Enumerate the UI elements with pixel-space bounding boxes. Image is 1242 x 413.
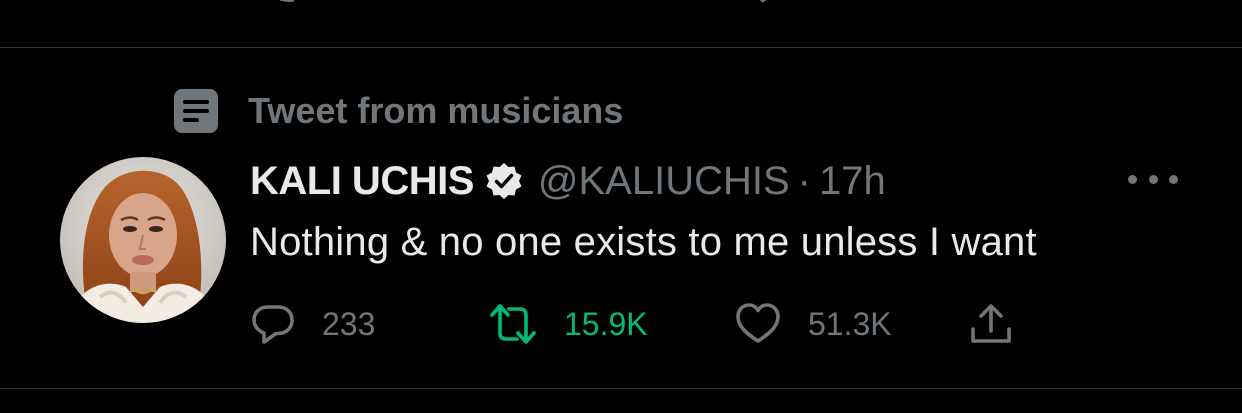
dot (1128, 174, 1137, 184)
divider (0, 47, 1242, 48)
author-handle[interactable]: @KALIUCHIS (538, 159, 790, 204)
divider (0, 388, 1242, 389)
social-context[interactable]: Tweet from musicians (172, 86, 623, 136)
reply-count: 233 (322, 305, 376, 342)
tweet-text: Nothing & no one exists to me unless I w… (250, 220, 1037, 264)
like-button[interactable]: 51.3K (734, 296, 892, 352)
reply-icon[interactable] (262, 0, 312, 8)
dot (1148, 174, 1158, 184)
more-options-icon[interactable] (1128, 164, 1178, 194)
retweet-icon[interactable] (492, 0, 552, 8)
like-count: 51.3K (808, 305, 892, 342)
author-name[interactable]: KALI UCHIS (250, 159, 474, 204)
avatar-image (60, 157, 226, 323)
tweet-actions: 233 15.9K 51.3K (250, 296, 1050, 352)
share-icon (971, 304, 1011, 343)
social-context-label: Tweet from musicians (248, 90, 624, 131)
share-button[interactable] (968, 296, 1014, 352)
separator-dot: · (797, 158, 811, 203)
timeline: Tweet from musicians KALI UCHIS @KALIUCH… (0, 0, 1242, 413)
dot (1169, 174, 1178, 184)
retweet-icon (490, 304, 536, 344)
tweet-timestamp[interactable]: 17h (819, 159, 886, 204)
reply-icon (252, 305, 294, 344)
retweet-button[interactable]: 15.9K (488, 296, 648, 352)
heart-icon[interactable] (738, 0, 788, 8)
previous-tweet-actions (0, 0, 1242, 8)
retweet-count: 15.9K (564, 305, 648, 342)
heart-icon (736, 303, 780, 343)
avatar[interactable] (60, 157, 226, 323)
verified-badge-icon (486, 163, 522, 199)
list-icon (174, 89, 218, 133)
tweet-header: KALI UCHIS @KALIUCHIS · 17h (250, 156, 886, 206)
share-icon[interactable] (970, 0, 1020, 8)
reply-button[interactable]: 233 (250, 296, 375, 352)
